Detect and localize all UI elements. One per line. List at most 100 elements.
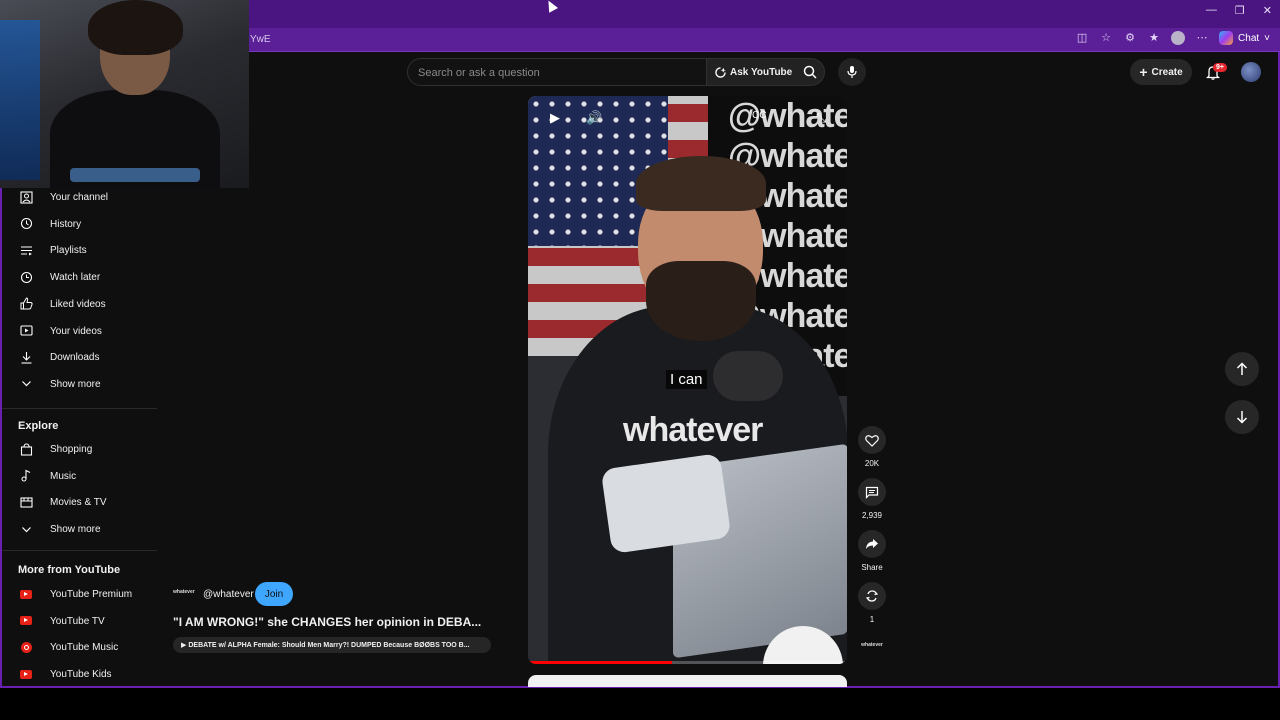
- wall-text-line: @whatever: [728, 97, 847, 135]
- heart-icon: [865, 434, 879, 447]
- minimize-icon[interactable]: —: [1206, 4, 1217, 17]
- next-short-preview[interactable]: [528, 675, 847, 687]
- sidebar-item-history[interactable]: History: [2, 211, 152, 237]
- play-triangle-icon: ▶: [181, 642, 187, 649]
- split-screen-icon[interactable]: ◫: [1075, 31, 1089, 45]
- audio-channel-mark[interactable]: whatever: [857, 642, 887, 648]
- comment-action: 2,939: [857, 478, 887, 520]
- share-button[interactable]: [858, 530, 886, 558]
- user-avatar[interactable]: [1241, 62, 1261, 82]
- remix-button[interactable]: [858, 582, 886, 610]
- video-microphone: [713, 351, 783, 401]
- sidebar-item-label: YouTube Music: [50, 642, 119, 654]
- sidebar-item-label: Your channel: [50, 192, 109, 203]
- copilot-chat-button[interactable]: Chat ˅: [1219, 31, 1270, 45]
- favorite-star-icon[interactable]: ☆: [1099, 31, 1113, 45]
- hoodie-text: whatever: [623, 411, 763, 449]
- share-label: Share: [861, 563, 883, 572]
- video-person-beard: [646, 261, 756, 341]
- volume-icon[interactable]: 🔊: [586, 110, 602, 126]
- shopping-bag-icon: [19, 442, 33, 456]
- search-button[interactable]: [795, 58, 825, 86]
- search-box: [407, 58, 707, 86]
- video-progress-fill: [528, 661, 672, 664]
- captions-icon[interactable]: CC: [752, 110, 766, 121]
- ask-youtube-label: Ask YouTube: [730, 66, 793, 78]
- sidebar-item-your-videos[interactable]: Your videos: [2, 318, 152, 344]
- sidebar-more-youtube-kids[interactable]: YouTube Kids: [2, 661, 152, 687]
- video-title[interactable]: "I AM WRONG!" she CHANGES her opinion in…: [173, 615, 493, 629]
- explore-section-title: Explore: [18, 420, 59, 432]
- fullscreen-icon[interactable]: ⤡: [816, 110, 826, 126]
- sidebar-more-youtube-tv[interactable]: YouTube TV: [2, 608, 152, 634]
- sidebar-explore-music[interactable]: Music: [2, 463, 152, 489]
- youtube-premium-icon: [19, 587, 33, 601]
- music-note-icon: [19, 469, 33, 483]
- close-icon[interactable]: ✕: [1263, 4, 1272, 17]
- plus-icon: +: [1139, 64, 1148, 80]
- restore-icon[interactable]: ❐: [1235, 4, 1245, 17]
- sidebar-divider: [2, 408, 157, 409]
- arrow-up-icon: [1236, 362, 1248, 375]
- sidebar-item-label: Liked videos: [50, 298, 106, 310]
- thumbs-up-icon: [19, 297, 33, 311]
- ask-youtube-button[interactable]: Ask YouTube: [707, 58, 795, 86]
- next-short-button[interactable]: [1225, 400, 1259, 434]
- extensions-icon[interactable]: ⚙: [1123, 31, 1137, 45]
- create-button[interactable]: + Create: [1130, 59, 1192, 85]
- video-icon: [19, 324, 33, 338]
- sidebar: Your channel History Playlists Watch later L…: [2, 188, 157, 686]
- more-from-youtube-title: More from YouTube: [18, 564, 121, 576]
- search-icon: [803, 65, 817, 79]
- sidebar-item-label: Playlists: [50, 245, 87, 257]
- sidebar-item-label: Movies & TV: [50, 497, 107, 509]
- sidebar-item-label: History: [50, 218, 82, 230]
- address-url-fragment[interactable]: YwE: [250, 34, 271, 45]
- sidebar-item-label: Your videos: [50, 325, 102, 337]
- webcam-desk-item: [70, 168, 200, 182]
- sidebar-explore-movies-tv[interactable]: Movies & TV: [2, 489, 152, 515]
- linked-video-chip[interactable]: ▶ DEBATE w/ ALPHA Female: Should Men Mar…: [173, 637, 491, 653]
- sidebar-item-playlists[interactable]: Playlists: [2, 237, 152, 263]
- search-input[interactable]: [418, 65, 698, 81]
- create-label: Create: [1151, 66, 1183, 78]
- more-options-icon[interactable]: ⋯: [1195, 31, 1209, 45]
- comment-count: 2,939: [861, 511, 883, 520]
- chevron-down-icon: ˅: [1264, 32, 1270, 44]
- comments-button[interactable]: [858, 478, 886, 506]
- like-button[interactable]: [858, 426, 886, 454]
- chevron-down-icon: [19, 522, 33, 536]
- sidebar-explore-shopping[interactable]: Shopping: [2, 436, 152, 462]
- webcam-background-light: [0, 20, 40, 180]
- sidebar-item-liked-videos[interactable]: Liked videos: [2, 291, 152, 317]
- sidebar-explore-show-more[interactable]: Show more: [2, 516, 152, 542]
- sidebar-item-downloads[interactable]: Downloads: [2, 344, 152, 370]
- play-icon[interactable]: ▶: [550, 110, 560, 126]
- browser-profile-avatar[interactable]: [1171, 31, 1186, 45]
- sidebar-item-label: Show more: [50, 378, 101, 390]
- video-progress-bar[interactable]: [528, 661, 847, 664]
- sidebar-item-label: YouTube Premium: [50, 589, 133, 600]
- like-count: 20K: [864, 459, 880, 468]
- channel-name[interactable]: @whatever: [203, 589, 254, 600]
- sidebar-more-youtube-premium[interactable]: YouTube Premium: [2, 581, 152, 607]
- remix-icon: [865, 590, 879, 602]
- sidebar-item-label: Music: [50, 470, 77, 482]
- sidebar-item-label: Shopping: [50, 444, 93, 455]
- notification-badge: 9+: [1213, 63, 1227, 72]
- playlists-icon: [19, 243, 33, 257]
- voice-search-button[interactable]: [838, 58, 866, 86]
- chat-label: Chat: [1238, 32, 1260, 44]
- previous-short-button[interactable]: [1225, 352, 1259, 386]
- sidebar-item-show-more[interactable]: Show more: [2, 371, 152, 397]
- like-action: 20K: [857, 426, 887, 468]
- comment-icon: [865, 486, 879, 499]
- join-button[interactable]: Join: [255, 582, 293, 606]
- sidebar-item-label: Show more: [50, 524, 101, 536]
- short-video-player[interactable]: @whatever @whatever @whatever @whatever …: [528, 96, 847, 664]
- youtube-tv-icon: [19, 614, 33, 628]
- favorites-icon[interactable]: ★: [1147, 31, 1161, 45]
- sidebar-more-youtube-music[interactable]: YouTube Music: [2, 634, 152, 660]
- channel-logo[interactable]: whatever: [173, 589, 199, 599]
- sidebar-item-watch-later[interactable]: Watch later: [2, 264, 152, 290]
